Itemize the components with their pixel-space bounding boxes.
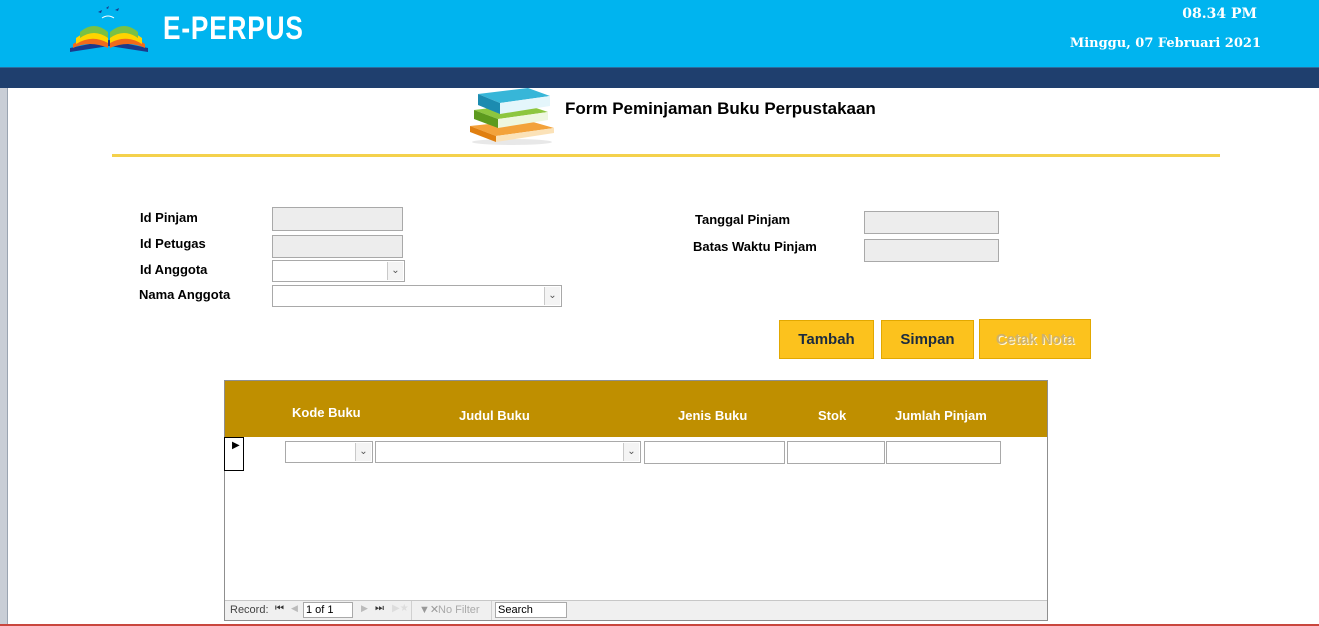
tanggal-pinjam-field[interactable] <box>864 211 999 234</box>
batas-waktu-label: Batas Waktu Pinjam <box>693 239 817 254</box>
chevron-down-icon[interactable]: ⌄ <box>387 262 403 280</box>
batas-waktu-field[interactable] <box>864 239 999 262</box>
nama-anggota-combo[interactable]: ⌄ <box>272 285 562 307</box>
tanggal-pinjam-label: Tanggal Pinjam <box>695 212 791 227</box>
id-pinjam-label: Id Pinjam <box>140 210 198 225</box>
col-stok: Stok <box>818 408 847 423</box>
kode-buku-combo[interactable]: ⌄ <box>285 441 373 463</box>
nama-anggota-label: Nama Anggota <box>139 287 231 302</box>
chevron-down-icon[interactable]: ⌄ <box>355 443 371 461</box>
filter-status[interactable]: No Filter <box>438 604 480 616</box>
next-record-icon[interactable]: ▶ <box>361 603 368 614</box>
nav-divider <box>411 601 412 620</box>
record-position-input[interactable]: 1 of 1 <box>303 602 353 618</box>
record-label: Record: <box>230 604 269 616</box>
record-pointer-icon: ▶ <box>232 440 240 451</box>
id-anggota-label: Id Anggota <box>140 262 208 277</box>
app-title: E-PERPUS <box>163 10 304 46</box>
stacked-books-icon <box>470 88 554 145</box>
last-record-icon[interactable]: ⏭ <box>375 603 384 614</box>
chevron-down-icon[interactable]: ⌄ <box>544 287 560 305</box>
search-input[interactable]: Search <box>495 602 567 618</box>
judul-buku-combo[interactable]: ⌄ <box>375 441 641 463</box>
chevron-down-icon[interactable]: ⌄ <box>623 443 639 461</box>
id-anggota-combo[interactable]: ⌄ <box>272 260 405 282</box>
nav-divider <box>491 601 492 620</box>
col-jenis-buku: Jenis Buku <box>678 408 748 423</box>
col-judul-buku: Judul Buku <box>459 408 530 423</box>
first-record-icon[interactable]: ⏮ <box>275 603 284 614</box>
jumlah-pinjam-field[interactable] <box>886 441 1001 464</box>
simpan-button[interactable]: Simpan <box>881 320 974 359</box>
new-record-icon[interactable]: ▶★ <box>392 603 409 614</box>
left-border-line <box>7 88 8 626</box>
tambah-button[interactable]: Tambah <box>779 320 874 359</box>
jenis-buku-field[interactable] <box>644 441 785 464</box>
id-petugas-label: Id Petugas <box>140 236 206 251</box>
id-petugas-field[interactable] <box>272 235 403 258</box>
record-navigation-bar: Record: ⏮ ◀ 1 of 1 ▶ ⏭ ▶★ ▼✕ No Filter S… <box>225 600 1047 620</box>
title-divider <box>112 154 1220 157</box>
col-jumlah-pinjam: Jumlah Pinjam <box>895 408 987 423</box>
stok-field[interactable] <box>787 441 885 464</box>
left-border <box>0 88 7 626</box>
previous-record-icon[interactable]: ◀ <box>291 603 298 614</box>
col-kode-buku: Kode Buku <box>292 405 361 420</box>
current-date: Minggu, 07 Februari 2021 <box>1069 36 1261 51</box>
form-title: Form Peminjaman Buku Perpustakaan <box>565 99 876 118</box>
cetak-nota-button[interactable]: Cetak Nota <box>979 319 1091 359</box>
id-pinjam-field[interactable] <box>272 207 403 231</box>
filter-icon[interactable]: ▼✕ <box>419 603 439 616</box>
record-selector[interactable]: ▶ <box>224 437 244 471</box>
secondary-header-bar <box>0 67 1319 88</box>
open-book-logo-icon <box>70 6 148 52</box>
clock-time: 08.34 PM <box>1182 6 1257 22</box>
